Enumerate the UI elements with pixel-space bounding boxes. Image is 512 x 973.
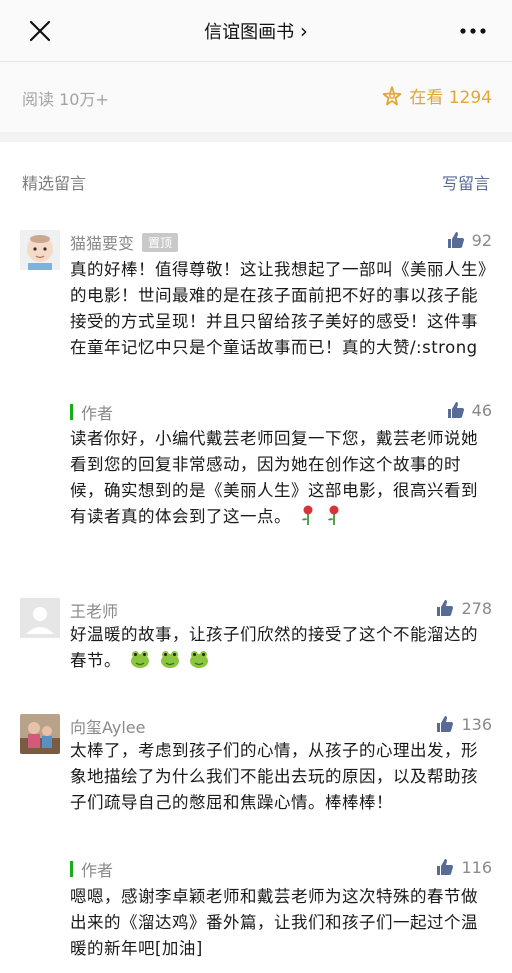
comment-nickname: 王老师 <box>70 602 119 621</box>
avatar[interactable] <box>20 714 60 754</box>
author-reply-header: 作者 <box>70 400 113 424</box>
reply-text: 读者你好，小编代戴芸老师回复一下您，戴芸老师说她看到您的回复非常感动，因为她在创… <box>70 426 490 530</box>
comment-nickname: 猫猫要变 置顶 <box>70 230 179 254</box>
comment-item: 向玺Aylee 136 太棒了，考虑到孩子们的心情，从孩子的心理出发，形象地描绘… <box>0 712 512 970</box>
section-divider <box>0 132 512 142</box>
comment-text: 真的好棒！值得尊敬！这让我想起了一部叫《美丽人生》的电影！世间最难的是在孩子面前… <box>70 260 487 357</box>
author-label: 作者 <box>81 861 114 880</box>
like-button[interactable]: 136 <box>435 714 492 734</box>
like-count: 136 <box>461 714 492 734</box>
nickname-text: 猫猫要变 <box>70 234 135 253</box>
comment-item: 猫猫要变 置顶 92 真的好棒！值得尊敬！这让我想起了一部叫《美丽人生》的电影！世… <box>0 228 512 568</box>
looking-count: 在看 1294 <box>409 88 492 108</box>
thumb-up-icon <box>437 600 454 616</box>
top-bar: 信谊图画书 › <box>0 0 512 62</box>
chevron-right-icon: › <box>299 19 308 43</box>
rose-emoji <box>301 505 313 525</box>
author-marker <box>70 404 73 420</box>
avatar[interactable] <box>20 230 60 270</box>
comment-nickname: 向玺Aylee <box>70 718 146 737</box>
pinned-badge: 置顶 <box>142 233 179 252</box>
rose-emoji <box>327 505 338 525</box>
like-count: 92 <box>471 230 492 250</box>
comment-text: 太棒了，考虑到孩子们的心情，从孩子的心理出发，形象地描绘了为什么我们不能出去玩的… <box>70 741 478 812</box>
article-stats: 阅读 10万+ 在看 1294 <box>0 62 512 132</box>
write-comment-link[interactable]: 写留言 <box>442 170 490 194</box>
reply-text: 嗯嗯，感谢李卓颖老师和戴芸老师为这次特殊的春节做出来的《溜达鸡》番外篇，让我们和… <box>70 887 478 958</box>
thumb-up-icon <box>437 716 454 732</box>
reply-like-button[interactable]: 116 <box>435 857 492 877</box>
avatar[interactable] <box>20 598 60 638</box>
thumb-up-icon <box>447 402 464 418</box>
reply-like-count: 46 <box>471 400 492 420</box>
read-count: 阅读 10万+ <box>22 90 109 109</box>
comments-header: 精选留言 写留言 <box>0 160 512 200</box>
reply-like-button[interactable]: 46 <box>446 400 492 420</box>
frog-emoji <box>160 651 179 668</box>
like-count: 278 <box>461 598 492 618</box>
default-avatar-icon <box>20 598 60 638</box>
like-button[interactable]: 92 <box>446 230 492 250</box>
author-label: 作者 <box>81 404 114 423</box>
sparkle-icon <box>382 85 402 105</box>
looking-button[interactable]: 在看 1294 <box>381 83 492 108</box>
thumb-up-icon <box>447 232 464 248</box>
account-title: 信谊图画书 <box>204 22 295 43</box>
comment-text: 好温暖的故事，让孩子们欣然的接受了这个不能溜达的春节。 <box>70 622 490 674</box>
like-button[interactable]: 278 <box>435 598 492 618</box>
more-icon[interactable] <box>458 22 488 40</box>
thumb-up-icon <box>437 859 454 875</box>
baby-avatar-icon <box>20 230 60 270</box>
photo-avatar-icon <box>20 714 60 754</box>
reply-text-content: 读者你好，小编代戴芸老师回复一下您，戴芸老师说她看到您的回复非常感动，因为她在创… <box>70 429 478 526</box>
author-reply-header: 作者 <box>70 857 113 881</box>
frog-emoji <box>190 651 209 668</box>
comment-item: 王老师 278 好温暖的故事，让孩子们欣然的接受了这个不能溜达的春节。 <box>0 596 512 686</box>
reply-like-count: 116 <box>461 857 492 877</box>
account-title-link[interactable]: 信谊图画书 › <box>0 18 512 44</box>
frog-emoji <box>130 651 149 668</box>
featured-comments-title: 精选留言 <box>22 174 87 193</box>
author-marker <box>70 861 73 877</box>
